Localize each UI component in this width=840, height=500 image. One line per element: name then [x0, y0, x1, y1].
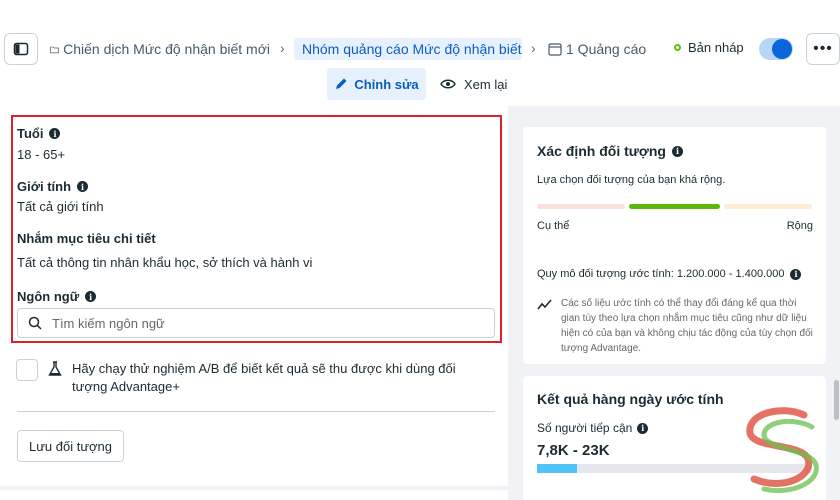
- watermark-logo: [746, 407, 819, 493]
- definition-subtitle: Lựa chọn đối tượng của bạn khá rộng.: [537, 174, 726, 186]
- info-icon[interactable]: i: [671, 145, 683, 157]
- estimate-note: Các số liệu ước tính có thể thay đổi đán…: [561, 298, 813, 354]
- age-value[interactable]: 18 - 65+: [17, 147, 65, 162]
- tab-edit-label: Chỉnh sửa: [354, 76, 419, 92]
- publish-toggle[interactable]: [759, 38, 793, 60]
- gender-label: Giới tính: [17, 179, 72, 194]
- sidebar-icon: [13, 42, 29, 56]
- save-audience-button[interactable]: Lưu đối tượng: [17, 430, 124, 462]
- age-heading: Tuổi i: [17, 126, 61, 141]
- divider: [17, 411, 495, 412]
- audience-definition-card: Xác định đối tượng i Lựa chọn đối tượng …: [523, 127, 826, 364]
- info-icon[interactable]: i: [637, 422, 649, 434]
- audience-size-text: Quy mô đối tượng ước tính: 1.200.000 - 1…: [537, 268, 785, 280]
- scrollbar[interactable]: [834, 380, 839, 420]
- ad-icon: [548, 42, 562, 56]
- age-label: Tuổi: [17, 126, 44, 141]
- definition-title-text: Xác định đối tượng: [537, 143, 666, 159]
- results-title: Kết quả hàng ngày ước tính: [537, 391, 724, 407]
- chevron-right-icon: ›: [531, 40, 536, 56]
- detailed-targeting-value[interactable]: Tất cả thông tin nhân khẩu học, sở thích…: [17, 255, 312, 270]
- info-icon[interactable]: i: [85, 291, 97, 302]
- more-options-button[interactable]: •••: [806, 33, 840, 65]
- info-icon[interactable]: i: [790, 268, 802, 280]
- detailed-targeting-heading: Nhắm mục tiêu chi tiết: [17, 231, 156, 246]
- folder-icon: [50, 46, 59, 53]
- language-heading: Ngôn ngữ i: [17, 289, 97, 304]
- tab-review-label: Xem lại: [464, 76, 508, 92]
- status-label: Bản nháp: [688, 40, 744, 55]
- breadcrumb-ad-set[interactable]: Nhóm quảng cáo Mức độ nhận biết: [294, 38, 522, 60]
- toggle-knob: [772, 39, 792, 59]
- reach-label: Số người tiếp cận: [537, 421, 633, 435]
- eye-icon: [440, 79, 456, 89]
- search-icon: [28, 316, 42, 330]
- gender-value[interactable]: Tất cả giới tính: [17, 199, 104, 214]
- status-dot-icon: [674, 44, 681, 51]
- meter-specific-segment: [537, 204, 625, 209]
- breadcrumb-campaign-label: Chiến dịch Mức độ nhận biết mới: [63, 41, 270, 57]
- info-icon[interactable]: i: [49, 128, 61, 139]
- tab-edit[interactable]: Chỉnh sửa: [327, 68, 426, 100]
- ellipsis-icon: •••: [813, 40, 833, 57]
- meter-left-label: Cụ thể: [537, 220, 570, 232]
- info-icon[interactable]: i: [77, 181, 89, 192]
- breadcrumb-campaign[interactable]: Chiến dịch Mức độ nhận biết mới: [50, 38, 270, 60]
- ab-test-checkbox[interactable]: [16, 359, 38, 381]
- chevron-right-icon: ›: [280, 40, 285, 56]
- sidebar-toggle-button[interactable]: [4, 33, 38, 65]
- breadcrumb-ad-set-label: Nhóm quảng cáo Mức độ nhận biết: [302, 41, 522, 57]
- detailed-targeting-label: Nhắm mục tiêu chi tiết: [17, 231, 156, 246]
- language-label: Ngôn ngữ: [17, 289, 80, 304]
- meter-active-segment: [629, 204, 720, 209]
- next-panel: [0, 490, 508, 500]
- pencil-icon: [336, 78, 347, 89]
- gender-heading: Giới tính i: [17, 179, 89, 194]
- ab-test-text: Hãy chạy thử nghiệm A/B để biết kết quả …: [72, 361, 456, 394]
- trend-icon: [537, 299, 552, 310]
- breadcrumb-ads-label: 1 Quảng cáo: [566, 41, 647, 57]
- audience-size: Quy mô đối tượng ước tính: 1.200.000 - 1…: [537, 268, 802, 280]
- reach-bar-fill: [537, 464, 577, 473]
- language-search-input[interactable]: [52, 315, 472, 331]
- definition-title: Xác định đối tượng i: [537, 143, 683, 159]
- flask-icon: [48, 361, 62, 376]
- reach-value: 7,8K - 23K: [537, 442, 610, 459]
- status-badge: Bản nháp: [674, 40, 744, 55]
- meter-right-label: Rộng: [786, 220, 813, 232]
- breadcrumb-ads[interactable]: 1 Quảng cáo: [548, 38, 648, 60]
- meter-broad-segment: [724, 204, 812, 209]
- language-search-box[interactable]: [17, 308, 495, 338]
- reach-heading: Số người tiếp cận i: [537, 421, 649, 435]
- tab-review[interactable]: Xem lại: [440, 68, 507, 100]
